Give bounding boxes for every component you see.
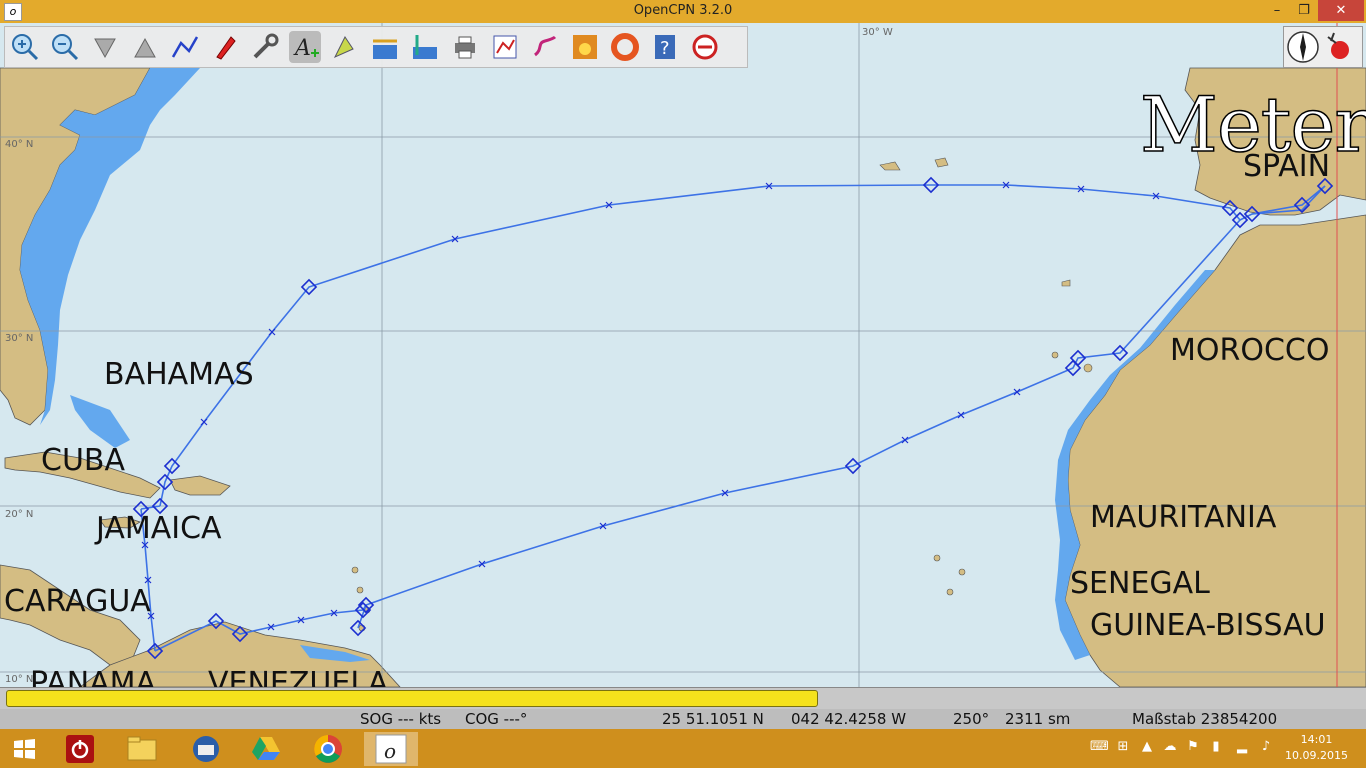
tide-graph-icon[interactable] bbox=[409, 31, 441, 63]
cloud-icon[interactable]: ☁ bbox=[1162, 739, 1178, 755]
label-panama: PANAMA bbox=[30, 666, 157, 687]
ship-icon[interactable] bbox=[209, 31, 241, 63]
svg-text:?: ? bbox=[660, 38, 670, 59]
label-guinea-bissau: GUINEA-BISSAU bbox=[1090, 608, 1326, 643]
cursor-lat: 25 51.1051 N bbox=[662, 710, 764, 728]
clock-time: 14:01 bbox=[1300, 733, 1333, 746]
compass-icon bbox=[1287, 31, 1319, 63]
windows-icon[interactable]: ⊞ bbox=[1115, 739, 1131, 755]
depth-unit-watermark: Meter bbox=[1139, 79, 1366, 170]
windows-start-icon[interactable] bbox=[4, 732, 44, 766]
label-nicaragua: CARAGUA bbox=[4, 584, 151, 619]
flag-icon[interactable]: ⚑ bbox=[1185, 739, 1201, 755]
lat-label-30n: 30° N bbox=[5, 333, 34, 344]
google-drive-icon[interactable] bbox=[246, 732, 286, 766]
shutdown-icon[interactable] bbox=[60, 732, 100, 766]
label-mauritania: MAURITANIA bbox=[1090, 500, 1277, 535]
status-bar: SOG --- kts COG ---° 25 51.1051 N 042 42… bbox=[0, 709, 1366, 729]
sog-readout: SOG --- kts bbox=[360, 710, 442, 728]
lon-label-30w: 30° W bbox=[862, 27, 893, 38]
zoom-out-icon[interactable] bbox=[49, 31, 81, 63]
ais-icon[interactable] bbox=[689, 31, 721, 63]
progress-fill bbox=[6, 690, 818, 707]
scale-down-icon[interactable] bbox=[89, 31, 121, 63]
cog-readout: COG ---° bbox=[465, 710, 528, 728]
minimize-button[interactable]: – bbox=[1262, 0, 1292, 21]
network-icon[interactable]: ▂ bbox=[1234, 739, 1250, 755]
gps-status-icon bbox=[1327, 32, 1349, 59]
compass-status[interactable] bbox=[1283, 26, 1363, 68]
help-icon[interactable]: ? bbox=[649, 31, 681, 63]
route-manager-icon[interactable] bbox=[489, 31, 521, 63]
label-jamaica: JAMAICA bbox=[96, 511, 222, 546]
scale-readout: Maßstab 23854200 bbox=[1132, 710, 1278, 728]
lat-label-40n: 40° N bbox=[5, 139, 34, 150]
day-night-icon[interactable] bbox=[569, 31, 601, 63]
cursor-lon: 042 42.4258 W bbox=[791, 710, 907, 728]
man-overboard-icon[interactable] bbox=[609, 31, 641, 63]
drive-tray-icon[interactable]: ▲ bbox=[1139, 739, 1155, 755]
label-cuba: CUBA bbox=[41, 443, 126, 478]
label-bahamas: BAHAMAS bbox=[104, 357, 254, 392]
title-bar: o OpenCPN 3.2.0 – ❐ ✕ bbox=[0, 0, 1366, 23]
scale-up-icon[interactable] bbox=[129, 31, 161, 63]
system-clock[interactable]: 14:01 10.09.2015 bbox=[1285, 732, 1348, 764]
print-icon[interactable] bbox=[449, 31, 481, 63]
lat-label-20n: 20° N bbox=[5, 509, 34, 520]
label-morocco: MOROCCO bbox=[1170, 333, 1330, 368]
opencpn-task-icon[interactable]: o bbox=[364, 732, 418, 766]
label-senegal: SENEGAL bbox=[1070, 566, 1210, 601]
tide-icon[interactable] bbox=[369, 31, 401, 63]
svg-text:o: o bbox=[384, 739, 396, 763]
taskbar: o ⌨ ⊞ ▲ ☁ ⚑ ▮ ▂ ♪ 14:01 10.09.2015 bbox=[0, 729, 1366, 768]
settings-icon[interactable] bbox=[249, 31, 281, 63]
battery-icon[interactable]: ▮ bbox=[1208, 739, 1224, 755]
label-venezuela: VENEZUELA bbox=[208, 666, 389, 687]
thunderbird-icon[interactable] bbox=[186, 732, 226, 766]
volume-icon[interactable]: ♪ bbox=[1258, 739, 1274, 755]
zoom-in-icon[interactable] bbox=[9, 31, 41, 63]
bearing-readout: 250° bbox=[953, 710, 990, 728]
maximize-button[interactable]: ❐ bbox=[1289, 0, 1319, 21]
chrome-icon[interactable] bbox=[308, 732, 348, 766]
chart-progress-bar bbox=[0, 687, 1366, 710]
current-icon[interactable] bbox=[329, 31, 361, 63]
keyboard-icon[interactable]: ⌨ bbox=[1090, 739, 1109, 755]
track-icon[interactable] bbox=[529, 31, 561, 63]
clock-date: 10.09.2015 bbox=[1285, 749, 1348, 762]
route-icon[interactable] bbox=[169, 31, 201, 63]
text-icon[interactable]: A bbox=[289, 31, 321, 63]
file-explorer-icon[interactable] bbox=[122, 732, 162, 766]
svg-text:A: A bbox=[293, 36, 311, 61]
main-toolbar: A ? bbox=[4, 26, 748, 68]
distance-readout: 2311 sm bbox=[1005, 710, 1071, 728]
window-title: OpenCPN 3.2.0 bbox=[633, 3, 733, 18]
close-button[interactable]: ✕ bbox=[1318, 0, 1364, 21]
